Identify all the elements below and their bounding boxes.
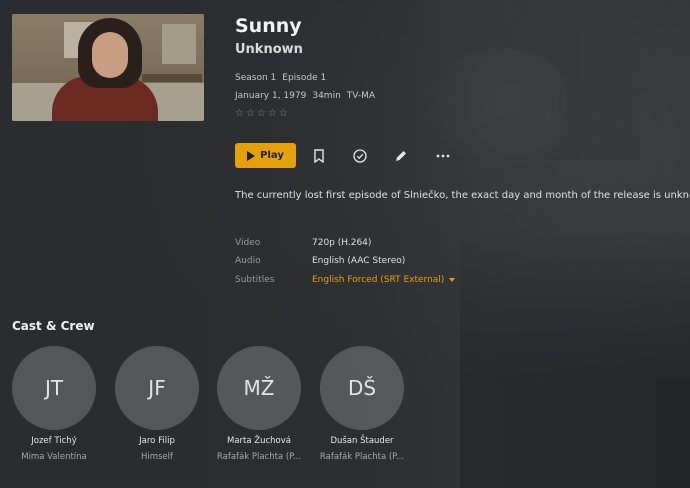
avatar: JT xyxy=(12,346,96,430)
episode-title: Sunny xyxy=(235,15,302,37)
audio-value: English (AAC Stereo) xyxy=(312,256,406,266)
duration: 34min xyxy=(312,91,341,101)
cast-name: Dušan Štauder xyxy=(330,436,394,446)
star-rating[interactable]: ☆☆☆☆☆ xyxy=(235,108,290,119)
play-icon xyxy=(247,150,256,161)
cast-role: Himself xyxy=(140,452,174,462)
episode-subtitle: Unknown xyxy=(235,42,303,57)
video-value: 720p (H.264) xyxy=(312,238,372,248)
subtitles-dropdown[interactable]: English Forced (SRT External) xyxy=(312,275,456,285)
cast-role: Rafafák Plachta (P... xyxy=(319,452,405,462)
avatar: JF xyxy=(115,346,199,430)
cast-member[interactable]: JT Jozef Tichý Mima Valentína xyxy=(2,346,106,462)
cast-role: Rafafák Plachta (P... xyxy=(216,452,302,462)
watchlist-button[interactable] xyxy=(309,146,329,166)
play-label: Play xyxy=(260,150,284,161)
subtitles-label: Subtitles xyxy=(235,275,275,285)
bookmark-icon xyxy=(314,149,324,163)
subtitles-value: English Forced (SRT External) xyxy=(312,275,445,285)
cast-name: Jozef Tichý xyxy=(31,436,77,446)
check-circle-icon xyxy=(353,149,367,163)
mark-watched-button[interactable] xyxy=(350,146,370,166)
cast-heading: Cast & Crew xyxy=(12,319,95,333)
episode-summary: The currently lost first episode of Slni… xyxy=(235,190,690,201)
cast-name: Jaro Filip xyxy=(139,436,175,446)
audio-label: Audio xyxy=(235,256,261,266)
video-label: Video xyxy=(235,238,261,248)
cast-role: Mima Valentína xyxy=(21,452,87,462)
caret-down-icon xyxy=(449,277,456,282)
play-button[interactable]: Play xyxy=(235,143,296,168)
more-button[interactable] xyxy=(433,146,453,166)
date-duration-line: January 1, 1979 34min TV-MA xyxy=(235,91,381,101)
more-icon xyxy=(436,154,450,158)
cast-member[interactable]: DŠ Dušan Štauder Rafafák Plachta (P... xyxy=(310,346,414,462)
air-date: January 1, 1979 xyxy=(235,91,307,101)
episode-thumbnail[interactable] xyxy=(12,14,204,121)
season-label: Season 1 xyxy=(235,73,277,83)
pencil-icon xyxy=(396,151,406,161)
cast-member[interactable]: JF Jaro Filip Himself xyxy=(105,346,209,462)
cast-name: Marta Žuchová xyxy=(227,436,291,446)
avatar: MŽ xyxy=(217,346,301,430)
cast-member[interactable]: MŽ Marta Žuchová Rafafák Plachta (P... xyxy=(207,346,311,462)
episode-number: Episode 1 xyxy=(282,73,327,83)
content-rating: TV-MA xyxy=(346,91,376,101)
edit-button[interactable] xyxy=(391,146,411,166)
avatar: DŠ xyxy=(320,346,404,430)
season-episode-line: Season 1 Episode 1 xyxy=(235,73,332,83)
